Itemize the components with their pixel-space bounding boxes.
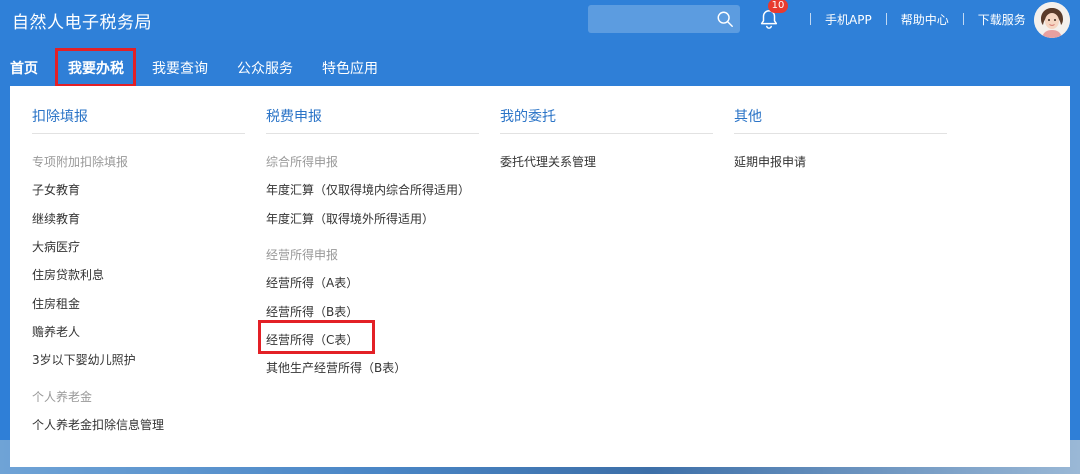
menu-item-continuing-education[interactable]: 继续教育 bbox=[32, 210, 80, 227]
menu-item-elderly-support[interactable]: 赡养老人 bbox=[32, 323, 80, 340]
nav-query[interactable]: 我要查询 bbox=[152, 58, 208, 78]
menu-item-agency-relationship[interactable]: 委托代理关系管理 bbox=[500, 153, 596, 170]
link-download-service[interactable]: 下载服务 bbox=[978, 11, 1026, 28]
divider bbox=[266, 133, 479, 134]
menu-item-infant-care[interactable]: 3岁以下婴幼儿照护 bbox=[32, 351, 136, 368]
menu-item-children-education[interactable]: 子女教育 bbox=[32, 181, 80, 198]
link-mobile-app[interactable]: 手机APP bbox=[825, 11, 872, 28]
menu-heading-other: 其他 bbox=[734, 109, 762, 125]
top-links: 手机APP 帮助中心 下载服务 bbox=[796, 11, 1026, 27]
group-label-comprehensive-income: 综合所得申报 bbox=[266, 155, 339, 169]
menu-item-annual-settlement-domestic[interactable]: 年度汇算（仅取得境内综合所得适用） bbox=[266, 181, 470, 198]
menu-item-business-income-b[interactable]: 经营所得（B表） bbox=[266, 303, 358, 320]
highlight-box-menu-item bbox=[258, 320, 375, 354]
menu-heading-my-entrustment: 我的委托 bbox=[500, 109, 556, 125]
menu-item-housing-rent[interactable]: 住房租金 bbox=[32, 295, 80, 312]
menu-item-housing-loan[interactable]: 住房贷款利息 bbox=[32, 266, 104, 283]
divider bbox=[810, 13, 811, 25]
group-label-business-income: 经营所得申报 bbox=[266, 248, 339, 262]
avatar[interactable] bbox=[1034, 2, 1070, 38]
menu-item-business-income-a[interactable]: 经营所得（A表） bbox=[266, 274, 358, 291]
menu-item-pension-management[interactable]: 个人养老金扣除信息管理 bbox=[32, 416, 164, 433]
menu-item-annual-settlement-overseas[interactable]: 年度汇算（取得境外所得适用） bbox=[266, 210, 434, 227]
user-avatar-icon bbox=[1034, 2, 1070, 38]
menu-item-other-business-income-b[interactable]: 其他生产经营所得（B表） bbox=[266, 359, 406, 376]
highlight-box-nav bbox=[55, 48, 136, 87]
divider bbox=[885, 13, 887, 25]
link-help-center[interactable]: 帮助中心 bbox=[901, 11, 949, 28]
divider bbox=[734, 133, 947, 134]
group-label-pension: 个人养老金 bbox=[32, 390, 93, 404]
nav-featured-apps[interactable]: 特色应用 bbox=[322, 58, 378, 78]
divider bbox=[962, 13, 964, 25]
nav-public-service[interactable]: 公众服务 bbox=[237, 58, 293, 78]
menu-item-extension-application[interactable]: 延期申报申请 bbox=[734, 153, 806, 170]
menu-heading-deduction: 扣除填报 bbox=[32, 109, 88, 125]
search-icon[interactable] bbox=[716, 10, 734, 28]
notification-badge: 10 bbox=[768, 0, 788, 13]
app-title: 自然人电子税务局 bbox=[12, 13, 152, 33]
menu-item-medical[interactable]: 大病医疗 bbox=[32, 238, 80, 255]
group-label-special-deduction: 专项附加扣除填报 bbox=[32, 155, 129, 169]
main-nav: 首页 我要办税 我要查询 公众服务 特色应用 bbox=[0, 52, 1080, 86]
top-bar: 自然人电子税务局 10 手机APP 帮助中心 下载服务 bbox=[0, 0, 1080, 40]
dropdown-menu-panel: 扣除填报 专项附加扣除填报 子女教育 继续教育 大病医疗 住房贷款利息 住房租金… bbox=[10, 86, 1070, 467]
search-input[interactable] bbox=[588, 5, 740, 33]
divider bbox=[500, 133, 713, 134]
divider bbox=[32, 133, 245, 134]
menu-heading-tax-filing: 税费申报 bbox=[266, 109, 322, 125]
nav-home[interactable]: 首页 bbox=[10, 58, 38, 78]
